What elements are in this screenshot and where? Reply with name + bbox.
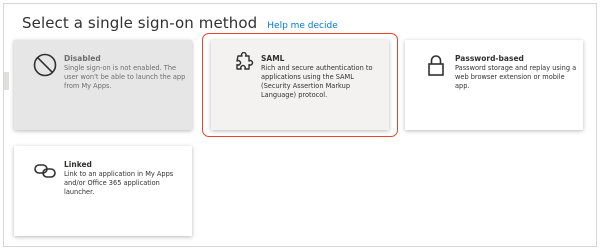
lock-icon: [423, 52, 449, 78]
option-description: Link to an application in My Apps and/or…: [64, 170, 174, 196]
puzzle-icon: [229, 52, 255, 78]
option-name: Disabled: [64, 54, 101, 63]
option-name: Linked: [64, 160, 92, 169]
page-title: Select a single sign-on method: [22, 14, 258, 32]
disabled-icon: [32, 52, 58, 78]
option-name: SAML: [261, 54, 285, 63]
help-me-decide-link[interactable]: Help me decide: [267, 21, 338, 31]
option-description: Password storage and replay using a web …: [455, 64, 577, 90]
option-description: Rich and secure authentication to applic…: [261, 64, 373, 99]
sso-option-linked[interactable]: Linked Link to an application in My Apps…: [14, 146, 192, 236]
link-icon: [32, 158, 58, 184]
sso-option-disabled[interactable]: Disabled Single sign-on is not enabled. …: [14, 40, 192, 130]
sso-option-saml[interactable]: SAML Rich and secure authentication to a…: [211, 40, 389, 130]
option-description: Single sign-on is not enabled. The user …: [64, 64, 186, 90]
panel-header: Select a single sign-on method Help me d…: [22, 14, 338, 32]
option-name: Password-based: [455, 54, 524, 63]
sso-option-password-based[interactable]: Password-based Password storage and repl…: [405, 40, 583, 130]
collapsed-panel-handle[interactable]: [4, 72, 9, 90]
